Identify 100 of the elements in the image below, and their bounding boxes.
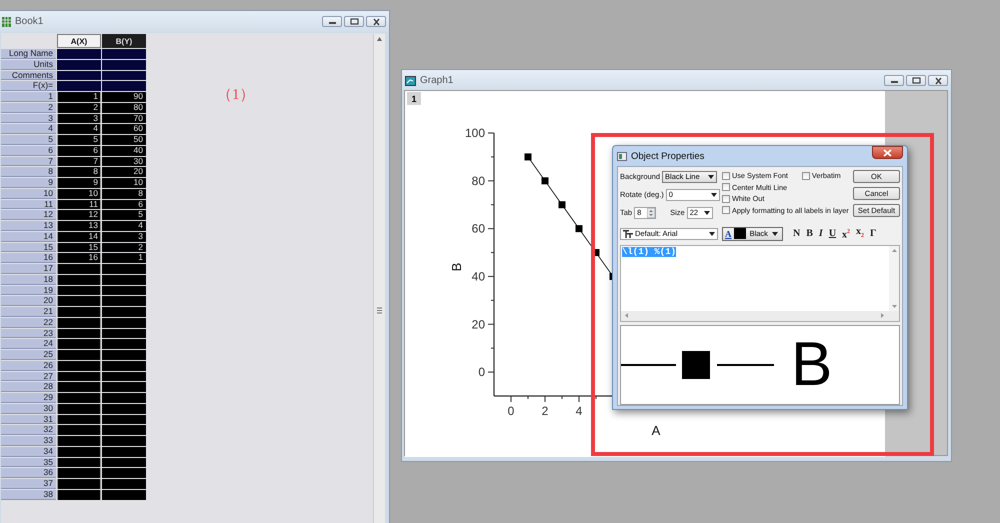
checkbox[interactable]	[722, 194, 730, 203]
axis-title: B	[449, 262, 464, 272]
row-header[interactable]: 2	[1, 102, 56, 112]
row-header[interactable]: 38	[1, 490, 56, 500]
row-header[interactable]: 12	[1, 210, 56, 220]
row-header[interactable]: 21	[1, 307, 56, 317]
caret-icon[interactable]	[772, 232, 778, 236]
row-header[interactable]: 3	[1, 114, 56, 124]
row-header[interactable]: 18	[1, 274, 56, 284]
row-header[interactable]: 30	[1, 404, 56, 414]
row-header[interactable]: 17	[1, 264, 56, 274]
table-cell	[57, 393, 101, 403]
row-header[interactable]: F(x)=	[1, 81, 56, 91]
row-header[interactable]: 37	[1, 479, 56, 489]
row-header[interactable]: 4	[1, 124, 56, 134]
table-cell	[102, 274, 146, 284]
table-cell	[102, 425, 146, 435]
checkbox[interactable]	[722, 172, 730, 180]
table-cell	[102, 479, 146, 489]
table-cell	[102, 307, 146, 317]
row-header[interactable]: 16	[1, 253, 56, 263]
row-header[interactable]: 28	[1, 382, 56, 392]
row-header[interactable]: 32	[1, 425, 56, 435]
column-header[interactable]: A(X)	[57, 34, 101, 48]
row-header[interactable]: 24	[1, 339, 56, 349]
graph-icon	[405, 76, 416, 86]
grip-icon[interactable]	[377, 307, 382, 314]
table-cell	[102, 436, 146, 446]
row-header[interactable]: 15	[1, 242, 56, 252]
row-header[interactable]: 8	[1, 167, 56, 177]
row-header[interactable]: 9	[1, 178, 56, 188]
checkbox[interactable]	[722, 206, 730, 214]
axis-tick-label: 100	[464, 126, 485, 140]
caret-icon[interactable]	[708, 174, 714, 178]
row-header[interactable]: 14	[1, 232, 56, 242]
row-header[interactable]: 13	[1, 221, 56, 231]
row-header[interactable]: 29	[1, 393, 56, 403]
table-cell	[57, 446, 101, 456]
checkbox[interactable]	[722, 183, 730, 192]
close-icon[interactable]	[883, 148, 892, 156]
table-cell	[57, 468, 101, 478]
scrollbar[interactable]	[373, 34, 385, 523]
row-header[interactable]: Comments	[1, 70, 56, 80]
table-cell: 10	[57, 188, 101, 198]
row-header[interactable]: Units	[1, 60, 56, 70]
row-header[interactable]: 5	[1, 135, 56, 145]
format-button[interactable]: Γ	[868, 228, 878, 240]
checkbox[interactable]	[802, 172, 810, 180]
layer-tab[interactable]: 1	[407, 92, 421, 105]
scroll-down-icon[interactable]	[892, 304, 897, 309]
row-header[interactable]: 11	[1, 200, 56, 210]
scroll-up-icon[interactable]	[377, 37, 382, 41]
row-header[interactable]: 31	[1, 414, 56, 424]
table-cell: 16	[57, 253, 101, 263]
row-header[interactable]: 19	[1, 286, 56, 296]
scrollbar[interactable]	[889, 246, 899, 311]
table-cell: 3	[102, 232, 146, 242]
table-cell	[102, 446, 146, 456]
close-button[interactable]	[872, 146, 903, 159]
row-header[interactable]: 23	[1, 328, 56, 338]
row-header[interactable]: 6	[1, 146, 56, 156]
scroll-up-icon[interactable]	[892, 248, 897, 253]
table-cell	[57, 318, 101, 328]
table-cell	[57, 81, 101, 91]
caret-icon[interactable]	[710, 192, 717, 196]
window-title: Object Properties	[631, 150, 704, 162]
table-cell	[57, 274, 101, 284]
row-header[interactable]: Long Name	[1, 49, 56, 59]
row-header[interactable]: 33	[1, 436, 56, 446]
caret-icon[interactable]	[709, 232, 715, 236]
row-header[interactable]: 27	[1, 372, 56, 382]
axis-tick-label: 2	[542, 404, 548, 418]
row-header[interactable]: 26	[1, 360, 56, 370]
row-header[interactable]: 1	[1, 92, 56, 102]
row-header[interactable]: 36	[1, 468, 56, 478]
spinner-arrows-icon[interactable]	[647, 208, 656, 218]
axis-title: A	[652, 423, 660, 438]
row-header[interactable]: 34	[1, 446, 56, 456]
table-cell	[57, 490, 101, 500]
table-cell	[102, 70, 146, 80]
format-button[interactable]: U	[826, 228, 838, 240]
row-header[interactable]: 25	[1, 350, 56, 360]
window-title: Graph1	[420, 75, 454, 86]
column-header[interactable]: B(Y)	[102, 34, 146, 48]
format-button[interactable]: N	[791, 228, 802, 240]
row-header[interactable]: 10	[1, 188, 56, 198]
axis-tick-label: 0	[478, 365, 485, 380]
row-header[interactable]: 35	[1, 458, 56, 468]
row-header[interactable]: 7	[1, 156, 56, 166]
format-button[interactable]: I	[816, 228, 825, 240]
format-button[interactable]: x$^{2}$	[840, 226, 852, 242]
format-button[interactable]: x$_{2}$	[854, 226, 866, 242]
table-cell: 4	[57, 124, 101, 134]
dialog-icon	[617, 152, 627, 160]
font-icon	[623, 230, 633, 238]
caret-icon[interactable]	[704, 210, 710, 214]
row-header[interactable]: 22	[1, 318, 56, 328]
table-cell	[57, 286, 101, 296]
format-button[interactable]: B	[804, 228, 815, 240]
row-header[interactable]: 20	[1, 296, 56, 306]
